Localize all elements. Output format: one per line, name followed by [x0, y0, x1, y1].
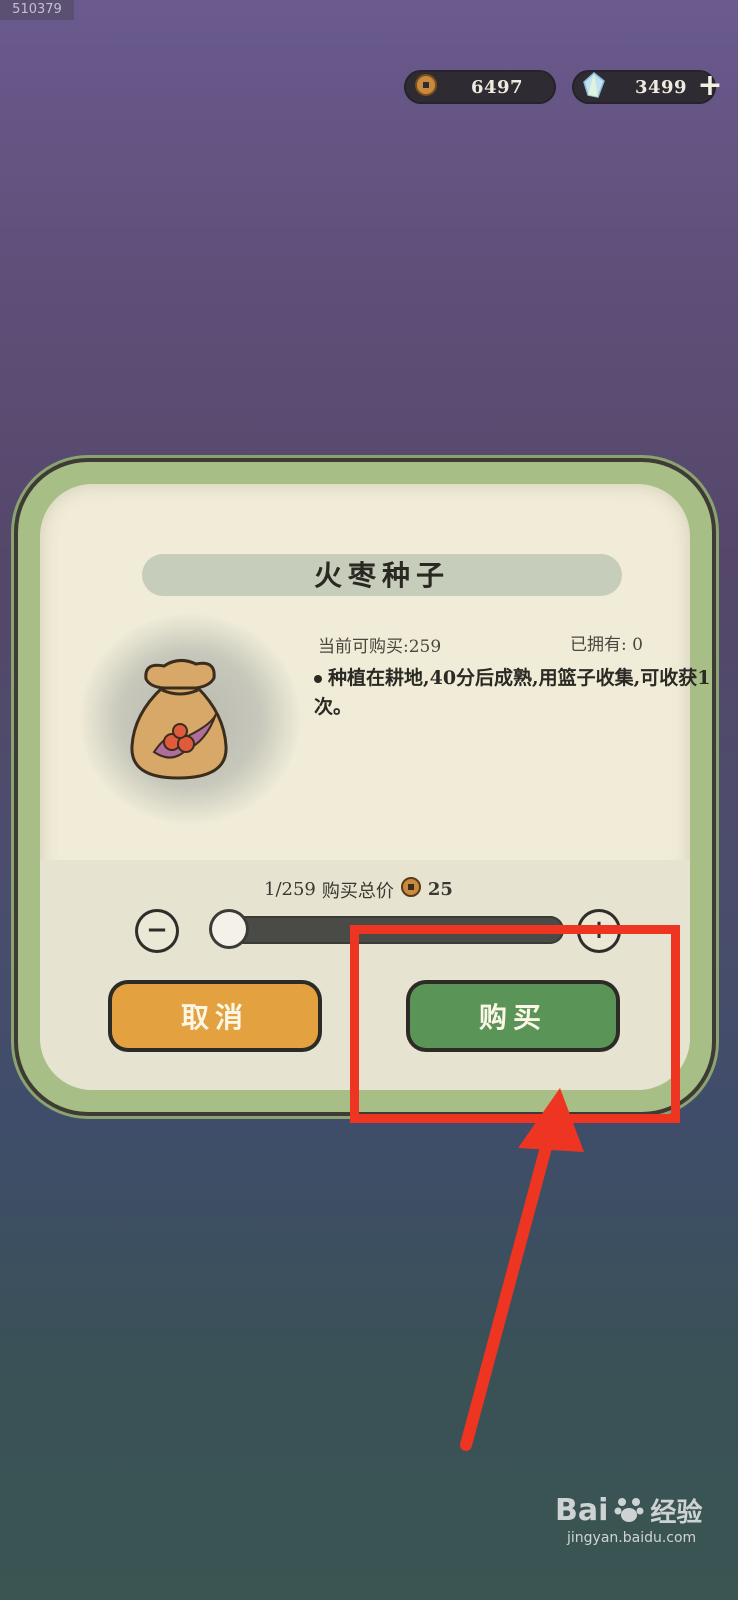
watermark-brand-cn: 经验 [650, 1498, 703, 1528]
watermark-brand: Bai [555, 1493, 609, 1528]
paw-icon [614, 1494, 644, 1528]
annotation-arrow-icon [460, 1088, 584, 1451]
watermark-site: jingyan.baidu.com [567, 1530, 697, 1546]
baidu-watermark: Bai 经验 jingyan.baidu.com [555, 1492, 703, 1546]
